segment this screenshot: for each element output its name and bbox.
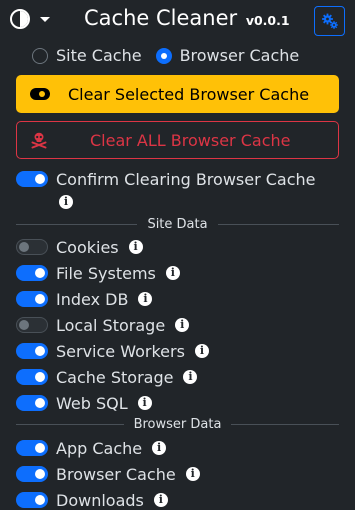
info-icon[interactable]: i — [59, 195, 73, 209]
radio-site-cache-control[interactable] — [32, 47, 48, 64]
radio-browser-cache-label: Browser Cache — [179, 46, 300, 65]
chevron-down-icon — [40, 16, 50, 22]
clear-all-button[interactable]: Clear ALL Browser Cache — [16, 121, 339, 159]
browser-data-heading: Browser Data — [133, 417, 222, 432]
clear-all-label: Clear ALL Browser Cache — [90, 130, 291, 150]
skull-crossbones-icon — [31, 132, 47, 149]
popup: Cache Cleaner v0.0.1 Site Cache Browser … — [0, 0, 355, 510]
app-version: v0.0.1 — [245, 13, 290, 28]
theme-toggle-icon — [10, 9, 30, 29]
downloads-label: Downloads — [56, 490, 144, 510]
site-data-item-cache-storage: Cache Storage i — [16, 367, 198, 387]
radio-browser-cache-control[interactable] — [155, 47, 172, 64]
info-icon[interactable]: i — [183, 370, 198, 384]
app-cache-label: App Cache — [56, 438, 143, 458]
service-workers-switch[interactable] — [16, 343, 48, 359]
web-sql-switch[interactable] — [16, 395, 48, 411]
cookies-label: Cookies — [56, 237, 119, 257]
site-data-item-file-systems: File Systems i — [16, 263, 180, 283]
site-data-item-service-workers: Service Workers i — [16, 341, 209, 361]
browser-data-item-browser-cache: Browser Cache i — [16, 464, 200, 484]
app-title: Cache Cleaner v0.0.1 — [84, 6, 290, 30]
radio-site-cache[interactable]: Site Cache — [32, 46, 142, 65]
site-data-divider: Site Data — [16, 217, 340, 232]
file-systems-switch[interactable] — [16, 265, 48, 281]
app-name: Cache Cleaner — [84, 6, 238, 30]
site-data-item-index-db: Index DB i — [16, 289, 153, 309]
confirm-clearing-switch[interactable] — [16, 171, 48, 187]
divider-line — [231, 424, 340, 425]
downloads-switch[interactable] — [16, 492, 48, 508]
clear-selected-button[interactable]: Clear Selected Browser Cache — [16, 75, 339, 113]
settings-gears-icon — [321, 13, 338, 29]
local-storage-label: Local Storage — [56, 315, 166, 335]
site-data-item-web-sql: Web SQL i — [16, 393, 152, 413]
index-db-switch[interactable] — [16, 291, 48, 307]
info-icon[interactable]: i — [165, 266, 180, 280]
browser-data-item-app-cache: App Cache i — [16, 438, 167, 458]
cookies-switch[interactable] — [16, 239, 48, 255]
divider-line — [16, 424, 124, 425]
info-icon[interactable]: i — [138, 292, 153, 306]
info-icon[interactable]: i — [153, 493, 168, 507]
site-data-item-cookies: Cookies i — [16, 237, 143, 257]
info-icon[interactable]: i — [152, 441, 167, 455]
file-systems-label: File Systems — [56, 263, 156, 283]
browser-cache-label: Browser Cache — [56, 464, 176, 484]
confirm-clearing-label: Confirm Clearing Browser Cache — [56, 169, 316, 189]
radio-browser-cache[interactable]: Browser Cache — [155, 46, 300, 65]
confirm-clearing-row: Confirm Clearing Browser Cache — [16, 169, 316, 189]
cache-mode-radio-group: Site Cache Browser Cache — [32, 46, 313, 65]
clear-selected-label: Clear Selected Browser Cache — [68, 84, 310, 104]
cache-storage-label: Cache Storage — [56, 367, 174, 387]
web-sql-label: Web SQL — [56, 393, 128, 413]
info-icon[interactable]: i — [194, 344, 209, 358]
service-workers-label: Service Workers — [56, 341, 185, 361]
info-icon[interactable]: i — [175, 318, 190, 332]
toggle-icon — [30, 88, 50, 100]
app-cache-switch[interactable] — [16, 440, 48, 456]
theme-dropdown-button[interactable] — [10, 8, 50, 30]
cache-storage-switch[interactable] — [16, 369, 48, 385]
browser-data-divider: Browser Data — [16, 417, 340, 432]
divider-line — [217, 224, 340, 225]
info-icon[interactable]: i — [128, 240, 143, 254]
info-icon[interactable]: i — [137, 396, 152, 410]
site-data-item-local-storage: Local Storage i — [16, 315, 190, 335]
site-data-heading: Site Data — [147, 217, 208, 232]
info-icon[interactable]: i — [185, 467, 200, 481]
header: Cache Cleaner v0.0.1 — [0, 0, 355, 40]
local-storage-switch[interactable] — [16, 317, 48, 333]
browser-data-item-downloads: Downloads i — [16, 490, 168, 510]
settings-button[interactable] — [314, 6, 345, 36]
divider-line — [16, 224, 138, 225]
radio-site-cache-label: Site Cache — [56, 46, 142, 65]
index-db-label: Index DB — [56, 289, 129, 309]
browser-cache-switch[interactable] — [16, 466, 48, 482]
